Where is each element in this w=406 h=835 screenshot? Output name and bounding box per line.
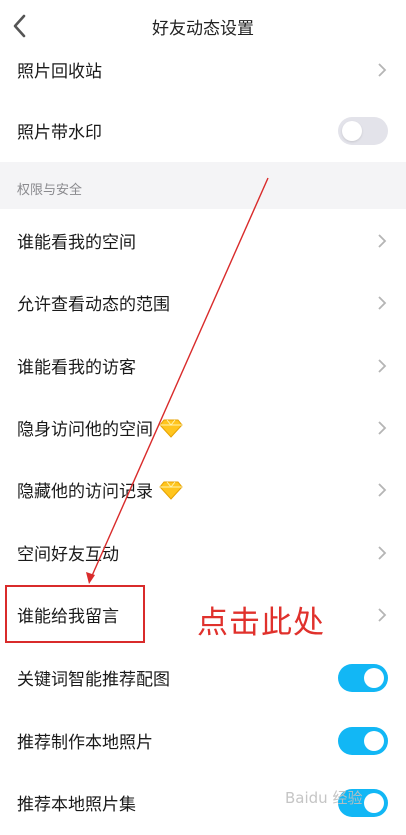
row-label: 照片回收站 — [17, 62, 102, 82]
row-label: 谁能看我的访客 — [17, 358, 136, 378]
keyword-image-toggle[interactable] — [338, 663, 388, 692]
settings-row-keyword-smart-image: 关键词智能推荐配图 — [0, 646, 406, 709]
settings-row-who-can-view-visitors[interactable]: 谁能看我的访客 — [0, 334, 406, 397]
row-label: 隐身访问他的空间 — [17, 415, 376, 440]
settings-row-space-friend-interaction[interactable]: 空间好友互动 — [0, 521, 406, 584]
chevron-right-icon — [378, 545, 387, 560]
row-label: 关键词智能推荐配图 — [17, 670, 170, 690]
settings-row-invisible-visit[interactable]: 隐身访问他的空间 — [0, 396, 406, 459]
settings-row-feed-visibility-range[interactable]: 允许查看动态的范围 — [0, 271, 406, 334]
local-photos-toggle[interactable] — [338, 726, 388, 755]
diamond-icon — [159, 481, 183, 500]
chevron-right-icon — [378, 233, 387, 248]
settings-row-who-can-view-space[interactable]: 谁能看我的空间 — [0, 209, 406, 272]
diamond-icon — [159, 419, 183, 438]
toggle-knob — [364, 667, 384, 688]
chevron-right-icon — [378, 295, 387, 310]
chevron-right-icon — [378, 482, 387, 497]
row-label: 照片带水印 — [17, 123, 102, 143]
row-label: 隐藏他的访问记录 — [17, 477, 376, 502]
settings-row-recommend-local-photos: 推荐制作本地照片 — [0, 709, 406, 772]
chevron-right-icon — [378, 420, 387, 435]
baidu-watermark: Baidu 经验 — [285, 789, 363, 807]
page-title: 好友动态设置 — [152, 19, 254, 39]
row-label: 允许查看动态的范围 — [17, 295, 170, 315]
toggle-knob — [364, 792, 384, 813]
section-header-permissions: 权限与安全 — [0, 162, 406, 212]
watermark-toggle[interactable] — [338, 116, 388, 145]
settings-row-hide-visit-record[interactable]: 隐藏他的访问记录 — [0, 458, 406, 521]
chevron-right-icon — [378, 607, 387, 622]
row-label: 推荐制作本地照片 — [17, 733, 153, 753]
settings-row-photo-watermark: 照片带水印 — [0, 99, 406, 162]
toggle-knob — [342, 120, 362, 141]
row-label: 空间好友互动 — [17, 545, 119, 565]
toggle-knob — [364, 730, 384, 751]
settings-row-photo-recycle-bin[interactable]: 照片回收站 — [0, 38, 406, 101]
row-label: 谁能看我的空间 — [17, 233, 136, 253]
chevron-right-icon — [378, 62, 387, 77]
annotation-text: 点击此处 — [197, 605, 325, 641]
chevron-right-icon — [378, 358, 387, 373]
